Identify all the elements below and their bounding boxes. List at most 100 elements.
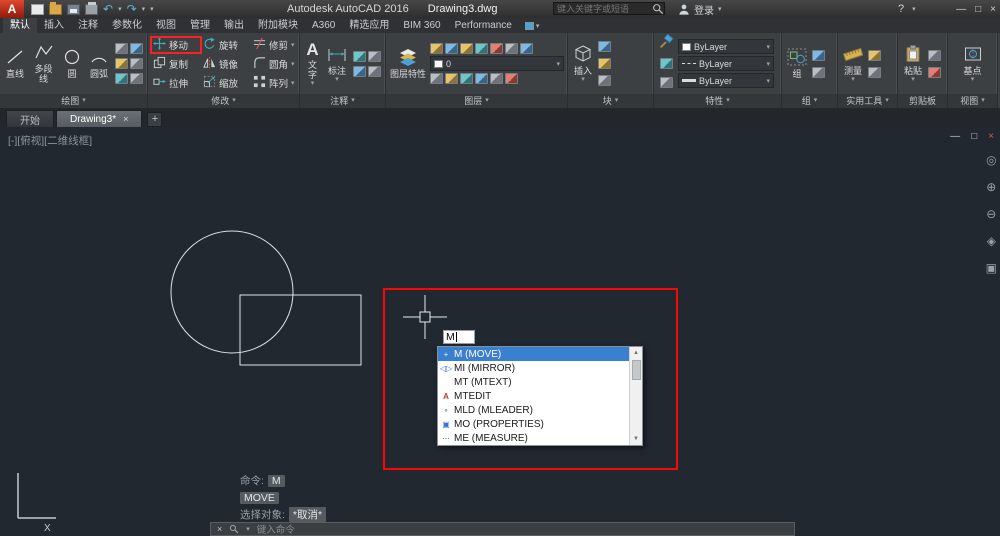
quick-select-icon[interactable]: [868, 49, 881, 61]
command-line-dock[interactable]: × ▾ 键入命令: [210, 522, 795, 536]
autocomplete-item-mtext[interactable]: MT (MTEXT): [438, 375, 629, 389]
drawing-canvas[interactable]: [-][俯视][二维线框] — □ × ◎ ⊕ ⊖ ◈ ▣ X M + M (M…: [0, 127, 1000, 536]
layer-on-icon[interactable]: [445, 73, 458, 84]
layer-isolate-icon[interactable]: [475, 43, 488, 54]
layer-select-dropdown[interactable]: 0 ▾: [430, 56, 564, 71]
panel-label-block[interactable]: 块 ▾: [568, 94, 653, 108]
tab-insert[interactable]: 插入: [37, 18, 71, 33]
command-prompt-text[interactable]: 键入命令: [257, 522, 295, 536]
line-button[interactable]: 直线: [3, 47, 27, 80]
block-edit-icon[interactable]: [598, 41, 611, 52]
object-color-dropdown[interactable]: ByLayer ▾: [678, 39, 774, 54]
leader-icon[interactable]: [353, 50, 366, 62]
layer-match-icon[interactable]: [505, 43, 518, 54]
layer-delete-icon[interactable]: [505, 73, 518, 84]
qat-menu-caret-icon[interactable]: ▾: [150, 5, 154, 13]
signin-label[interactable]: 登录: [694, 2, 714, 17]
panel-label-draw[interactable]: 绘图 ▾: [0, 94, 147, 108]
fillet-button[interactable]: 圆角 ▾: [251, 56, 299, 72]
tab-parametric[interactable]: 参数化: [105, 18, 149, 33]
block-define-icon[interactable]: [598, 75, 611, 86]
panel-label-annotation[interactable]: 注释 ▾: [300, 94, 385, 108]
panel-label-utilities[interactable]: 实用工具 ▾: [838, 94, 897, 108]
panel-label-properties[interactable]: 特性 ▾: [654, 94, 781, 108]
properties-list-icon[interactable]: [659, 58, 673, 69]
insert-block-button[interactable]: 插入 ▾: [571, 44, 595, 84]
recent-commands-icon[interactable]: [229, 524, 239, 534]
arc-button[interactable]: 圆弧: [87, 47, 111, 80]
redo-caret-icon[interactable]: ▾: [142, 5, 146, 13]
help-caret-icon[interactable]: ▾: [912, 5, 916, 13]
autocomplete-scrollbar[interactable]: ▲ ▼: [629, 347, 642, 445]
signin-caret-icon[interactable]: ▾: [718, 5, 722, 13]
move-button[interactable]: 移动: [150, 35, 202, 54]
layer-unlock-icon[interactable]: [475, 73, 488, 84]
layer-unisolate-icon[interactable]: [490, 43, 503, 54]
tab-performance[interactable]: Performance: [448, 18, 519, 33]
recent-commands-caret-icon[interactable]: ▾: [246, 525, 250, 533]
circle-button[interactable]: 圆: [60, 47, 84, 80]
base-view-button[interactable]: 基点 ▾: [961, 44, 985, 84]
scrollbar-thumb[interactable]: [631, 360, 641, 380]
match-properties-icon[interactable]: [657, 33, 675, 55]
panel-label-layers[interactable]: 图层 ▾: [386, 94, 567, 108]
ribbon-display-toggle[interactable]: ▾: [524, 18, 539, 33]
tab-manage[interactable]: 管理: [183, 18, 217, 33]
linetype-dropdown[interactable]: ByLayer ▾: [678, 56, 774, 71]
properties-toggle-icon[interactable]: [659, 77, 673, 88]
clipboard-copy-icon[interactable]: [928, 49, 941, 61]
point-icon[interactable]: [130, 73, 143, 84]
rotate-button[interactable]: 旋转: [201, 36, 251, 53]
spline-icon[interactable]: [115, 73, 128, 84]
dynamic-command-input[interactable]: M: [443, 330, 475, 344]
tab-featured-apps[interactable]: 精选应用: [342, 18, 396, 33]
ellipse-icon[interactable]: [115, 58, 128, 69]
file-tab-start[interactable]: 开始: [6, 110, 54, 127]
autocomplete-item-properties[interactable]: ▣ MO (PROPERTIES): [438, 417, 629, 431]
command-dock-close-icon[interactable]: ×: [217, 524, 222, 534]
save-icon[interactable]: [67, 3, 80, 15]
dimension-button[interactable]: 标注 ▾: [325, 44, 349, 84]
autocomplete-item-mt edit[interactable]: A MTEDIT: [438, 389, 629, 403]
polyline-button[interactable]: 多段线: [30, 42, 57, 85]
dim-style-icon[interactable]: [368, 65, 381, 77]
tab-home[interactable]: 默认: [3, 18, 37, 33]
open-file-icon[interactable]: [49, 1, 62, 15]
tab-bim360[interactable]: BIM 360: [396, 18, 447, 33]
layer-walk-icon[interactable]: [520, 43, 533, 54]
autocomplete-item-mirror[interactable]: ◁▷ MI (MIRROR): [438, 361, 629, 375]
plot-icon[interactable]: [85, 1, 98, 15]
tab-a360[interactable]: A360: [305, 18, 342, 33]
signin-area[interactable]: 登录 ▾: [678, 0, 722, 18]
tab-view[interactable]: 视图: [149, 18, 183, 33]
scale-button[interactable]: 缩放: [201, 75, 251, 91]
file-tab-drawing3[interactable]: Drawing3* ×: [56, 110, 143, 127]
scrollbar-track[interactable]: [631, 359, 641, 433]
scroll-up-icon[interactable]: ▲: [633, 347, 639, 359]
autocomplete-item-measure[interactable]: ⋯ ME (MEASURE): [438, 431, 629, 445]
layer-off-icon[interactable]: [430, 43, 443, 54]
hatch-icon[interactable]: [130, 43, 143, 54]
paste-button[interactable]: 粘贴 ▾: [901, 44, 925, 84]
close-icon[interactable]: ×: [990, 4, 996, 15]
tab-annotate[interactable]: 注释: [71, 18, 105, 33]
autocomplete-item-move[interactable]: + M (MOVE): [438, 347, 629, 361]
layer-state-icon[interactable]: [430, 73, 443, 84]
scroll-down-icon[interactable]: ▼: [633, 433, 639, 445]
panel-label-groups[interactable]: 组 ▾: [782, 94, 837, 108]
search-icon[interactable]: [652, 3, 664, 15]
copy-button[interactable]: 复制: [151, 56, 201, 72]
maximize-icon[interactable]: □: [975, 4, 981, 15]
panel-label-clipboard[interactable]: 剪贴板: [898, 94, 947, 108]
autocad-logo-icon[interactable]: A: [0, 0, 24, 18]
layer-thaw-icon[interactable]: [460, 73, 473, 84]
block-attribute-icon[interactable]: [598, 58, 611, 69]
ungroup-icon[interactable]: [812, 49, 825, 61]
drawn-rectangle[interactable]: [239, 294, 362, 366]
search-input[interactable]: [554, 3, 652, 14]
clipboard-cut-icon[interactable]: [928, 66, 941, 78]
drawn-circle[interactable]: [170, 230, 294, 354]
revision-cloud-icon[interactable]: [130, 58, 143, 69]
layer-properties-button[interactable]: 图层特性: [389, 47, 427, 80]
table-icon[interactable]: [368, 50, 381, 62]
